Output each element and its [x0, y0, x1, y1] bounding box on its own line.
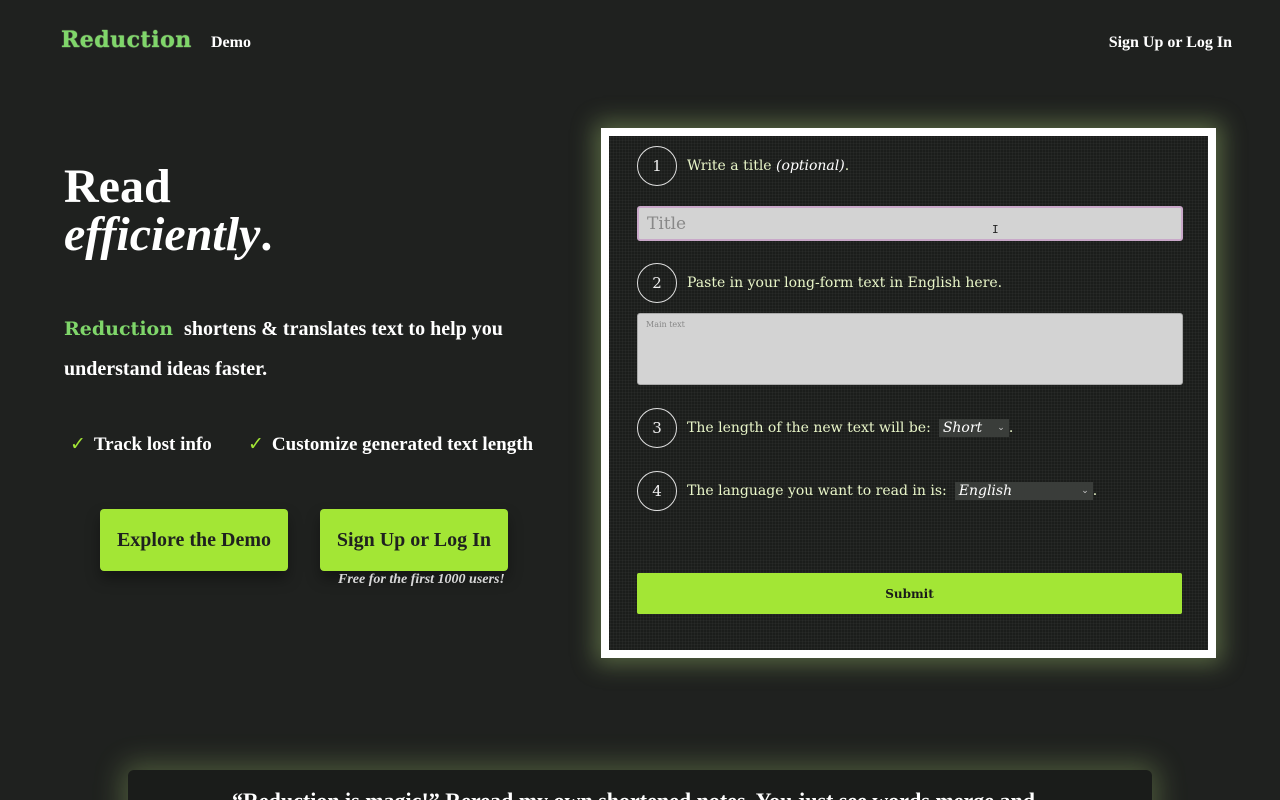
check-icon: ✓ [70, 433, 86, 455]
length-select[interactable]: Short ⌄ [938, 419, 1009, 437]
tagline-brand: Reduction [64, 318, 174, 340]
submit-button[interactable]: Submit [637, 573, 1182, 614]
hero-title: Read efficiently. [64, 163, 272, 259]
testimonial-text: “Reduction is magic!” Reread my own shor… [232, 788, 1057, 800]
top-nav: Reduction Demo Sign Up or Log In [0, 0, 1280, 88]
signup-button[interactable]: Sign Up or Log In [320, 509, 508, 571]
title-input[interactable]: Title [637, 206, 1183, 241]
step-number: 1 [637, 146, 677, 186]
step-label: Write a title (optional). [687, 158, 850, 174]
step-1: 1 Write a title (optional). [637, 146, 849, 186]
explore-demo-button[interactable]: Explore the Demo [100, 509, 288, 571]
demo-preview: 1 Write a title (optional). Title I 2 Pa… [601, 128, 1216, 658]
text-cursor-icon: I [992, 223, 999, 236]
step-number: 4 [637, 471, 677, 511]
feature-item: ✓ Customize generated text length [248, 433, 533, 456]
check-icon: ✓ [248, 433, 264, 455]
hero-title-line2: efficiently [64, 208, 261, 261]
testimonial-banner: “Reduction is magic!” Reread my own shor… [128, 770, 1152, 800]
step-number: 2 [637, 263, 677, 303]
chevron-down-icon: ⌄ [1081, 486, 1089, 496]
hero-title-line1: Read [64, 160, 171, 213]
step-label: The length of the new text will be: Short… [687, 419, 1014, 437]
language-select[interactable]: English ⌄ [954, 482, 1093, 500]
logo[interactable]: Reduction [61, 27, 192, 53]
demo-form: 1 Write a title (optional). Title I 2 Pa… [609, 136, 1208, 650]
feature-item: ✓ Track lost info [70, 433, 212, 456]
chevron-down-icon: ⌄ [997, 423, 1005, 433]
step-label: Paste in your long-form text in English … [687, 275, 1003, 291]
step-4: 4 The language you want to read in is: En… [637, 471, 1097, 511]
nav-demo-link[interactable]: Demo [211, 34, 251, 52]
step-label: The language you want to read in is: Engl… [687, 482, 1098, 500]
feature-label: Customize generated text length [271, 434, 534, 455]
nav-signup-link[interactable]: Sign Up or Log In [1109, 34, 1232, 52]
step-number: 3 [637, 408, 677, 448]
step-2: 2 Paste in your long-form text in Englis… [637, 263, 1002, 303]
hero-title-period: . [260, 208, 273, 261]
free-note: Free for the first 1000 users! [338, 572, 505, 587]
main-text-input[interactable]: Main text [637, 313, 1183, 385]
step-3: 3 The length of the new text will be: Sho… [637, 408, 1013, 448]
feature-label: Track lost info [93, 434, 212, 455]
tagline: Reduction shortens & translates text to … [64, 309, 534, 389]
